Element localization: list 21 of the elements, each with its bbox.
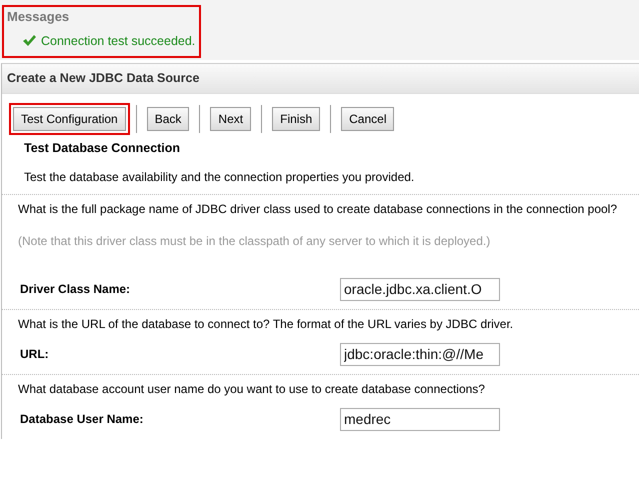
question-text: What database account user name do you want to use to create database connections? (18, 380, 486, 398)
question-text: What is the URL of the database to connect to? The format of the URL varies by JDBC driver. (18, 316, 514, 333)
section-title: Test Database Connection (24, 140, 182, 156)
field-label: Database User Name: (20, 411, 144, 428)
wizard-button[interactable]: Back (146, 106, 190, 131)
checkmark-icon (22, 34, 37, 48)
wizard-button[interactable]: Test Configuration (13, 106, 126, 131)
messages-title: Messages (7, 8, 70, 26)
field-label: URL: (20, 346, 50, 364)
text-field[interactable]: jdbc:oracle:thin:@//Me (340, 342, 500, 366)
note-text: (Note that this driver class must be in the classpath of any server to which it is deployed.) (18, 232, 492, 250)
text-field[interactable]: medrec (340, 408, 500, 431)
field-label: Driver Class Name: (20, 281, 132, 298)
wizard-button[interactable]: Next (210, 106, 252, 131)
panel-title: Create a New JDBC Data Source (2, 64, 639, 94)
wizard-button[interactable]: Cancel (341, 106, 394, 131)
question-text: What is the full package name of JDBC driver class used to create database connections in the connection pool? (18, 200, 618, 218)
message-text: Connection test succeeded. (41, 32, 196, 50)
section-description: Test the database availability and the connection properties you provided. (24, 168, 416, 186)
text-field[interactable]: oracle.jdbc.xa.client.O (340, 278, 500, 301)
wizard-button[interactable]: Finish (272, 106, 320, 131)
